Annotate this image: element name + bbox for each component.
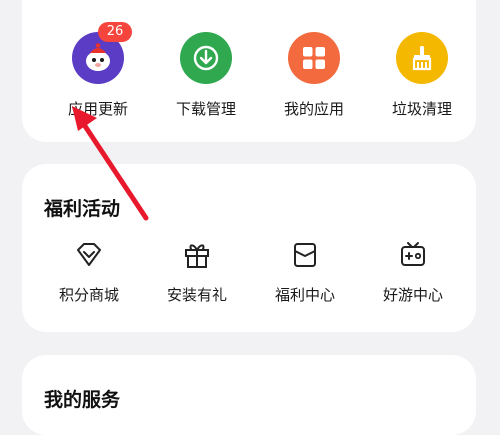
- my-apps-label: 我的应用: [283, 100, 344, 118]
- game-center-entry[interactable]: 好游中心: [358, 240, 468, 305]
- welfare-activities-card: 福利活动 积分商城 安装有礼 福利中心 好游中心: [22, 164, 476, 332]
- game-center-label: 好游中心: [382, 286, 443, 304]
- my-apps-entry[interactable]: 我的应用: [264, 32, 364, 119]
- welfare-section-title: 福利活动: [44, 198, 121, 220]
- download-icon: [180, 32, 232, 84]
- update-count-badge: 26: [98, 22, 132, 42]
- download-manager-entry[interactable]: 下载管理: [156, 32, 256, 119]
- diamond-icon: [77, 243, 101, 266]
- app-update-entry[interactable]: 26 应用更新: [48, 22, 148, 119]
- junk-cleanup-entry[interactable]: 垃圾清理: [372, 32, 472, 119]
- services-section-title: 我的服务: [44, 389, 121, 411]
- points-mall-entry[interactable]: 积分商城: [34, 240, 144, 305]
- app-update-label: 应用更新: [67, 100, 128, 118]
- points-mall-label: 积分商城: [58, 286, 119, 304]
- my-services-card: 我的服务: [22, 355, 476, 435]
- junk-cleanup-label: 垃圾清理: [391, 100, 452, 118]
- install-gift-label: 安装有礼: [166, 286, 227, 304]
- game-tv-icon: [401, 242, 425, 266]
- grid-icon: [288, 32, 340, 84]
- envelope-icon: [294, 243, 316, 267]
- gift-icon: [185, 244, 209, 268]
- broom-icon: [396, 32, 448, 84]
- welfare-center-entry[interactable]: 福利中心: [250, 240, 360, 305]
- welfare-center-label: 福利中心: [274, 286, 335, 304]
- app-shortcuts-card: 26 应用更新 下载管理 我的应用 垃圾清理: [22, 0, 476, 142]
- install-gift-entry[interactable]: 安装有礼: [142, 240, 252, 305]
- app-update-icon: 26: [72, 22, 132, 84]
- download-manager-label: 下载管理: [175, 100, 236, 118]
